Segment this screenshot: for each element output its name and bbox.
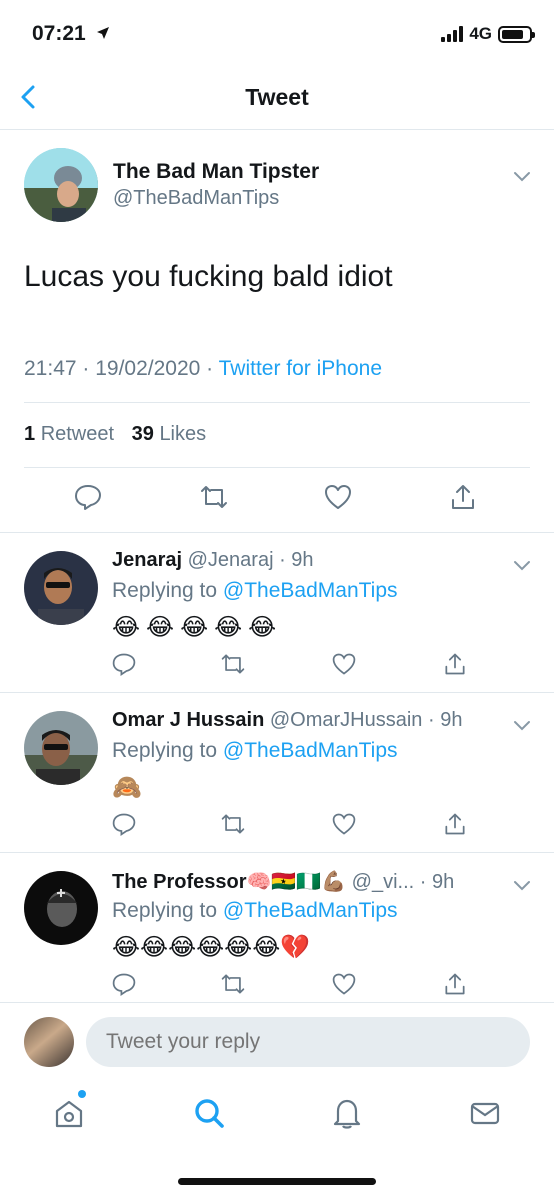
status-time-text: 07:21 <box>32 22 86 45</box>
reply-header: Jenaraj @Jenaraj · 9h <box>112 549 314 572</box>
network-label: 4G <box>469 24 492 43</box>
battery-icon <box>498 25 535 43</box>
reply-icon[interactable] <box>111 811 137 837</box>
search-icon[interactable] <box>192 1096 226 1130</box>
share-icon[interactable] <box>442 651 468 677</box>
retweet-count: 1 <box>24 423 36 445</box>
reply-name[interactable]: The Professor🧠🇬🇭🇳🇬💪🏽 <box>112 871 346 893</box>
notifications-icon[interactable] <box>330 1096 364 1130</box>
reply-item[interactable]: The Professor🧠🇬🇭🇳🇬💪🏽 @_vi... · 9h Replyi… <box>0 853 554 1003</box>
like-label: Likes <box>159 423 207 445</box>
tab-bar <box>0 1078 554 1200</box>
reply-avatar[interactable] <box>24 551 98 625</box>
likes-stat[interactable]: 39 Likes <box>132 423 207 445</box>
reply-handle-time[interactable]: @Jenaraj · 9h <box>188 549 314 571</box>
reply-composer <box>0 1002 554 1078</box>
reply-text: 😂😂😂😂😂😂💔 <box>112 934 311 961</box>
replying-to: Replying to @TheBadManTips <box>112 739 398 763</box>
my-avatar[interactable] <box>24 1017 74 1067</box>
location-arrow-icon <box>96 27 109 39</box>
nav-bar: Tweet <box>0 66 554 130</box>
avatar-image <box>24 148 98 222</box>
reply-item[interactable]: Jenaraj @Jenaraj · 9h Replying to @TheBa… <box>0 533 554 693</box>
divider <box>24 467 530 468</box>
avatar-image <box>24 551 98 625</box>
replying-prefix: Replying to <box>112 579 223 602</box>
reply-actions <box>0 651 554 683</box>
replying-to: Replying to @TheBadManTips <box>112 579 398 603</box>
home-indicator <box>178 1178 376 1185</box>
chevron-down-icon[interactable] <box>512 875 532 895</box>
retweet-icon[interactable] <box>220 811 246 837</box>
share-icon[interactable] <box>442 811 468 837</box>
reply-icon[interactable] <box>73 482 103 512</box>
like-icon[interactable] <box>331 651 357 677</box>
reply-avatar[interactable] <box>24 711 98 785</box>
status-indicators: 4G <box>441 24 535 44</box>
home-icon[interactable] <box>52 1096 86 1130</box>
like-count: 39 <box>131 423 154 445</box>
divider <box>24 402 530 403</box>
like-icon[interactable] <box>331 971 357 997</box>
signal-icon <box>441 26 464 42</box>
author-handle[interactable]: @TheBadManTips <box>113 187 279 210</box>
chevron-down-icon[interactable] <box>512 555 532 575</box>
reply-header: The Professor🧠🇬🇭🇳🇬💪🏽 @_vi... · 9h <box>112 869 454 894</box>
share-icon[interactable] <box>448 482 478 512</box>
chevron-down-icon[interactable] <box>512 166 532 186</box>
retweet-label: Retweet <box>40 423 115 445</box>
reply-name[interactable]: Jenaraj <box>112 549 182 571</box>
reply-text: 🙈 <box>112 774 148 801</box>
replying-mention[interactable]: @TheBadManTips <box>223 899 398 922</box>
author-name[interactable]: The Bad Man Tipster <box>113 160 319 184</box>
page-title: Tweet <box>245 84 309 110</box>
retweet-icon[interactable] <box>199 482 229 512</box>
tweet-meta: 21:47 · 19/02/2020 · Twitter for iPhone <box>24 357 382 381</box>
share-icon[interactable] <box>442 971 468 997</box>
reply-text: 😂😂😂😂😂 <box>112 614 283 641</box>
tweet-timestamp: 21:47 · 19/02/2020 · <box>24 357 219 380</box>
avatar-image <box>24 711 98 785</box>
replying-prefix: Replying to <box>112 739 223 762</box>
chevron-down-icon[interactable] <box>512 715 532 735</box>
reply-item[interactable]: Omar J Hussain @OmarJHussain · 9h Replyi… <box>0 693 554 853</box>
notification-dot <box>78 1090 86 1098</box>
reply-input[interactable] <box>86 1017 530 1067</box>
status-bar: 07:21 4G <box>0 0 554 66</box>
tweet-source-link[interactable]: Twitter for iPhone <box>219 357 382 380</box>
like-icon[interactable] <box>331 811 357 837</box>
author-avatar[interactable] <box>24 148 98 222</box>
retweet-icon[interactable] <box>220 651 246 677</box>
tweet-stats: 1 Retweet 39 Likes <box>24 423 206 446</box>
avatar-image <box>24 871 98 945</box>
replying-to: Replying to @TheBadManTips <box>112 899 398 923</box>
replying-mention[interactable]: @TheBadManTips <box>223 739 398 762</box>
messages-icon[interactable] <box>468 1096 502 1130</box>
tweet-actions <box>0 482 554 522</box>
reply-name[interactable]: Omar J Hussain <box>112 709 264 731</box>
like-icon[interactable] <box>323 482 353 512</box>
retweets-stat[interactable]: 1 Retweet <box>24 423 114 445</box>
replying-prefix: Replying to <box>112 899 223 922</box>
replying-mention[interactable]: @TheBadManTips <box>223 579 398 602</box>
reply-icon[interactable] <box>111 651 137 677</box>
reply-header: Omar J Hussain @OmarJHussain · 9h <box>112 709 462 732</box>
reply-avatar[interactable] <box>24 871 98 945</box>
reply-handle-time[interactable]: @_vi... · 9h <box>352 871 455 893</box>
status-time: 07:21 <box>32 22 110 46</box>
reply-icon[interactable] <box>111 971 137 997</box>
retweet-icon[interactable] <box>220 971 246 997</box>
reply-handle-time[interactable]: @OmarJHussain · 9h <box>270 709 463 731</box>
reply-actions <box>0 971 554 1003</box>
reply-actions <box>0 811 554 843</box>
tweet-text: Lucas you fucking bald idiot <box>24 260 393 293</box>
